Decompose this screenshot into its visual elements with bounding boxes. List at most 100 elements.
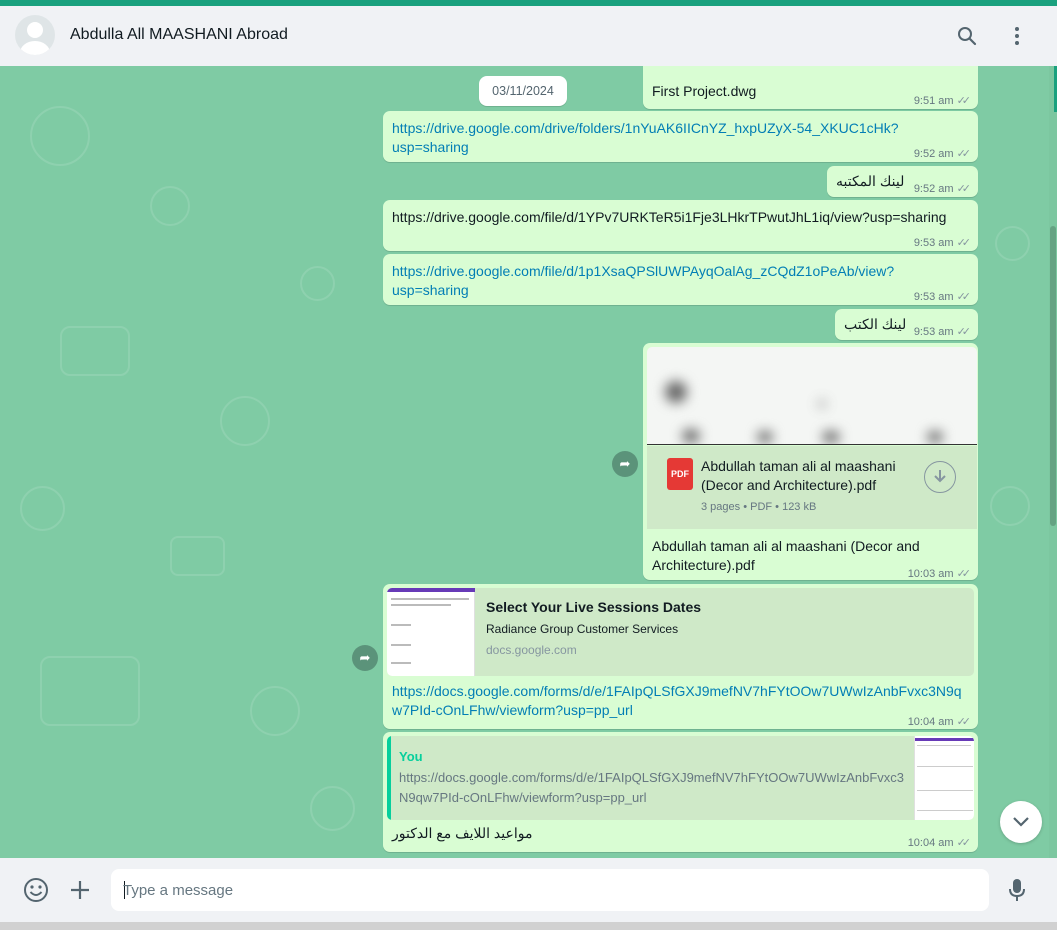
form-line xyxy=(917,790,973,791)
document-meta: 3 pages • PDF • 123 kB xyxy=(701,501,817,513)
microphone-icon[interactable] xyxy=(1004,877,1030,903)
chat-scroll-thumb[interactable] xyxy=(1050,226,1056,526)
document-caption: Abdullah taman ali al maashani (Decor an… xyxy=(652,538,920,573)
message-meta: 9:52 am ✓✓ xyxy=(914,180,971,199)
wallpaper-doodle xyxy=(150,186,190,226)
form-line xyxy=(391,604,451,606)
message-text: لينك الكتب xyxy=(844,316,907,332)
quote-thumbnail xyxy=(914,736,974,820)
wallpaper-doodle xyxy=(990,486,1030,526)
message-link[interactable]: https://drive.google.com/file/d/1YPv7URK… xyxy=(392,208,946,227)
message-time: 10:04 am xyxy=(907,716,954,728)
wallpaper-doodle xyxy=(60,326,130,376)
link-line[interactable]: usp=sharing xyxy=(392,281,894,300)
message-meta: 9:51 am ✓✓ xyxy=(914,92,971,111)
wallpaper-doodle xyxy=(30,106,90,166)
message-time: 10:04 am xyxy=(907,837,954,849)
quoted-message[interactable]: You https://docs.google.com/forms/d/e/1F… xyxy=(387,736,974,820)
contact-name[interactable]: Abdulla All MAASHANI Abroad xyxy=(70,26,288,44)
message-time: 9:52 am xyxy=(913,148,954,160)
preview-blur-shape xyxy=(665,381,687,403)
wallpaper-doodle xyxy=(300,266,335,301)
link-line[interactable]: w7PId-cOnLFhw/viewform?usp=pp_url xyxy=(392,701,962,720)
form-line xyxy=(391,644,411,646)
forward-icon[interactable]: ➦ xyxy=(352,645,378,671)
link-line[interactable]: usp=sharing xyxy=(392,138,899,157)
message-time: 9:53 am xyxy=(913,291,954,303)
message-composer xyxy=(0,858,1057,922)
preview-blur-shape xyxy=(682,429,700,443)
message-time: 9:51 am xyxy=(913,95,954,107)
message-input[interactable] xyxy=(123,869,973,911)
form-line xyxy=(391,598,469,600)
link-preview-card[interactable]: Select Your Live Sessions Dates Radiance… xyxy=(387,588,974,676)
document-message-bubble[interactable]: PDF Abdullah taman ali al maashani (Deco… xyxy=(643,343,978,580)
window-bottom-edge xyxy=(0,922,1057,930)
read-ticks-icon: ✓✓ xyxy=(956,95,972,107)
message-bubble[interactable]: https://drive.google.com/drive/folders/1… xyxy=(383,111,978,162)
message-bubble[interactable]: https://drive.google.com/file/d/1YPv7URK… xyxy=(383,200,978,251)
message-bubble[interactable]: First Project.dwg 9:51 am ✓✓ xyxy=(643,66,978,109)
avatar-head-shape xyxy=(27,22,43,38)
message-text: لينك المكتبه xyxy=(836,173,905,189)
link-line[interactable]: https://drive.google.com/file/d/1p1XsaQP… xyxy=(392,262,894,281)
message-link[interactable]: https://drive.google.com/drive/folders/1… xyxy=(392,119,899,157)
emoji-icon[interactable] xyxy=(23,877,49,903)
link-preview-description: Radiance Group Customer Services xyxy=(486,622,679,636)
quote-text: https://docs.google.com/forms/d/e/1FAIpQ… xyxy=(399,770,905,805)
file-name-text: First Project.dwg xyxy=(652,83,757,99)
message-meta: 9:53 am ✓✓ xyxy=(914,323,971,342)
preview-blur-shape xyxy=(757,431,773,443)
kebab-menu-icon[interactable] xyxy=(1005,24,1029,48)
reply-message-bubble[interactable]: You https://docs.google.com/forms/d/e/1F… xyxy=(383,732,978,852)
forward-icon[interactable]: ➦ xyxy=(612,451,638,477)
document-title: Abdullah taman ali al maashani (Decor an… xyxy=(701,458,896,493)
document-preview-thumbnail[interactable] xyxy=(647,347,977,445)
message-input-box[interactable] xyxy=(111,869,989,911)
link-line[interactable]: https://drive.google.com/drive/folders/1… xyxy=(392,119,899,138)
contact-avatar[interactable] xyxy=(15,15,55,55)
link-line[interactable]: https://docs.google.com/forms/d/e/1FAIpQ… xyxy=(392,682,962,701)
download-icon[interactable] xyxy=(924,461,956,493)
chat-area[interactable]: First Project.dwg 9:51 am ✓✓ 03/11/2024 … xyxy=(0,66,1057,858)
wallpaper-doodle xyxy=(20,486,65,531)
document-card[interactable]: PDF Abdullah taman ali al maashani (Deco… xyxy=(647,446,977,529)
chevron-down-icon[interactable] xyxy=(1000,801,1042,843)
message-time: 9:52 am xyxy=(913,183,954,195)
wallpaper-doodle xyxy=(310,786,355,831)
message-bubble[interactable]: لينك الكتب 9:53 am ✓✓ xyxy=(835,309,978,340)
wallpaper-doodle xyxy=(220,396,270,446)
wallpaper-doodle xyxy=(170,536,225,576)
wallpaper-doodle xyxy=(40,656,140,726)
message-meta: 9:52 am ✓✓ xyxy=(914,145,971,164)
form-line xyxy=(917,745,971,746)
link-preview-domain: docs.google.com xyxy=(486,643,577,657)
message-link[interactable]: https://drive.google.com/file/d/1p1XsaQP… xyxy=(392,262,894,300)
pdf-file-icon: PDF xyxy=(667,458,693,490)
read-ticks-icon: ✓✓ xyxy=(956,326,972,338)
form-header-bar xyxy=(915,738,974,741)
form-line xyxy=(391,662,411,664)
search-icon[interactable] xyxy=(955,24,979,48)
form-line xyxy=(391,624,411,626)
message-meta: 10:03 am ✓✓ xyxy=(908,565,971,584)
message-time: 9:53 am xyxy=(913,237,954,249)
read-ticks-icon: ✓✓ xyxy=(956,237,972,249)
message-bubble[interactable]: لينك المكتبه 9:52 am ✓✓ xyxy=(827,166,978,197)
quote-author: You xyxy=(399,749,423,764)
message-bubble[interactable]: https://drive.google.com/file/d/1p1XsaQP… xyxy=(383,254,978,305)
message-meta: 9:53 am ✓✓ xyxy=(914,288,971,307)
message-link[interactable]: https://docs.google.com/forms/d/e/1FAIpQ… xyxy=(392,682,962,720)
preview-blur-shape xyxy=(817,399,827,409)
chat-scrollbar[interactable] xyxy=(1049,66,1057,858)
form-line xyxy=(917,810,973,811)
plus-icon[interactable] xyxy=(67,877,93,903)
link-preview-message-bubble[interactable]: Select Your Live Sessions Dates Radiance… xyxy=(383,584,978,729)
message-text: مواعيد اللايف مع الدكتور xyxy=(392,825,533,841)
quote-accent-bar xyxy=(387,736,391,820)
link-preview-title: Select Your Live Sessions Dates xyxy=(486,599,702,615)
read-ticks-icon: ✓✓ xyxy=(956,291,972,303)
message-meta: 10:04 am ✓✓ xyxy=(908,713,971,732)
read-ticks-icon: ✓✓ xyxy=(956,716,972,728)
read-ticks-icon: ✓✓ xyxy=(956,183,972,195)
